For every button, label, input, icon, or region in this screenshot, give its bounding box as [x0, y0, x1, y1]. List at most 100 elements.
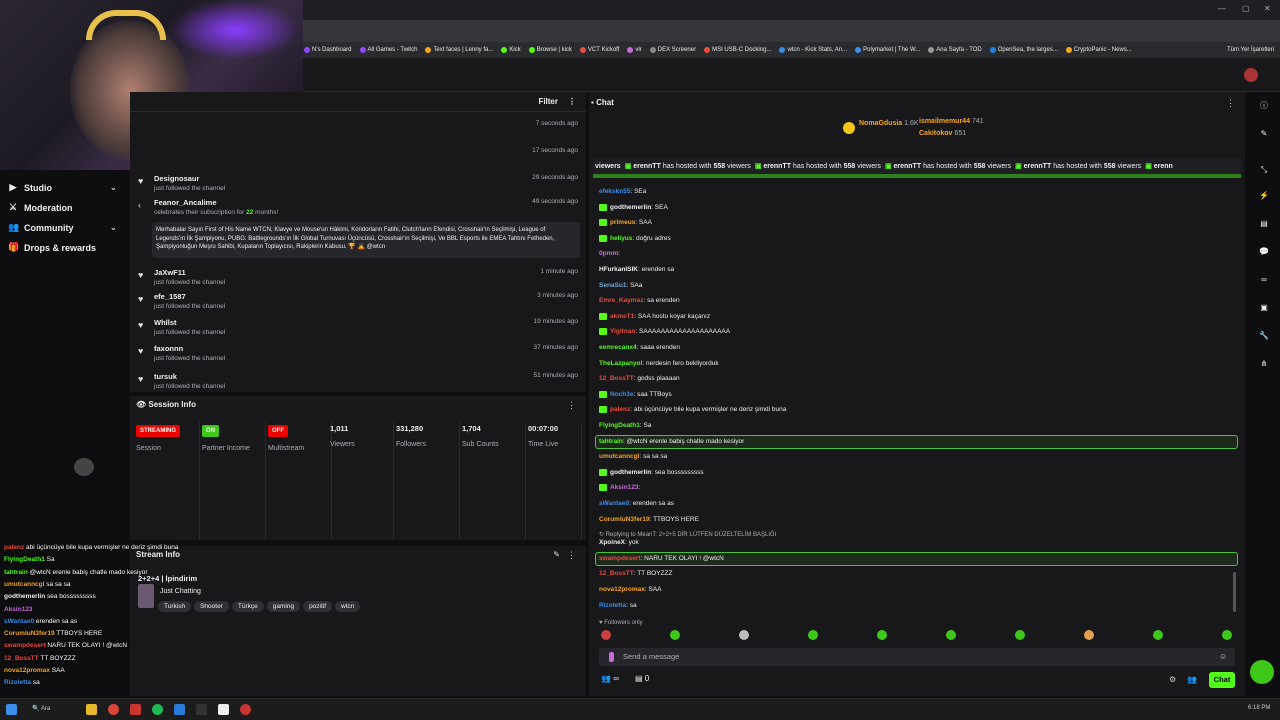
chat-message[interactable]: sWantae0: erenden sa as	[599, 500, 674, 507]
chat-scrollbar[interactable]	[1233, 572, 1236, 612]
chrome-icon[interactable]	[108, 704, 119, 715]
chat-username[interactable]: FlyingDeath1	[599, 422, 640, 429]
chat-message[interactable]: primeus: SAA	[599, 219, 652, 226]
chat-message[interactable]: HFurkanISIK: erenden sa	[599, 266, 674, 273]
chat-message[interactable]: godthemerlin: SEA	[599, 203, 668, 211]
pencil-icon[interactable]: ✎	[1256, 126, 1272, 142]
emote-icon[interactable]	[877, 630, 887, 640]
chat-message[interactable]: XpoineX: yok	[599, 539, 639, 546]
chat-username[interactable]: godthemerlin	[610, 469, 651, 476]
bookmark-item[interactable]: MSI USB-C Docking...	[704, 47, 771, 53]
document-icon[interactable]: ▤	[1256, 216, 1272, 232]
all-bookmarks[interactable]: Tüm Yer İşaretleri	[1227, 47, 1280, 53]
chat-message[interactable]: nova12promax: SAA	[599, 586, 662, 593]
chat-username[interactable]: SenaSu1	[599, 282, 626, 289]
chat-username[interactable]: HFurkanISIK	[599, 266, 638, 273]
app-icon[interactable]	[218, 704, 229, 715]
steam-icon[interactable]	[174, 704, 185, 715]
emote-icon[interactable]	[739, 630, 749, 640]
top-gifter[interactable]: Cakitokov 651	[919, 130, 966, 137]
top-gifter[interactable]: ismailmemur44 741	[919, 118, 984, 125]
bookmark-item[interactable]: All Games - Twitch	[359, 47, 417, 53]
chat-username[interactable]: XpoineX	[599, 539, 625, 546]
chat-message[interactable]: SenaSu1: SAa	[599, 282, 642, 289]
chat-message[interactable]: Aksin123:	[599, 484, 640, 492]
stream-tag[interactable]: wtcn	[335, 601, 361, 612]
chat-message[interactable]: godthemerlin: sea bosssssssss	[599, 468, 704, 476]
search-box[interactable]: 🔍 Ara	[32, 705, 50, 712]
maximize-icon[interactable]: ▢	[1242, 4, 1250, 13]
stream-tag[interactable]: pozitif	[303, 601, 333, 612]
settings-icon[interactable]: ⚙	[1169, 675, 1176, 684]
address-bar[interactable]	[300, 20, 1280, 55]
activity-username[interactable]: JaXwF11	[154, 268, 186, 277]
windows-start-icon[interactable]	[6, 704, 17, 715]
help-bubble-icon[interactable]	[1250, 660, 1274, 684]
stream-tag[interactable]: gaming	[266, 601, 301, 612]
emoji-icon[interactable]: ☺	[1219, 652, 1227, 661]
chat-message[interactable]: CorumluN3fer19: TTBOYS HERE	[599, 516, 699, 523]
bookmark-item[interactable]: vlr	[627, 47, 642, 53]
stream-tag[interactable]: Türkçe	[231, 601, 264, 612]
minimize-icon[interactable]: —	[1218, 4, 1226, 13]
chat-username[interactable]: TheLazpanyol	[599, 360, 642, 367]
bookmark-item[interactable]: OpenSea, the larges...	[989, 47, 1058, 53]
bookmark-item[interactable]: Browse | kick	[528, 47, 572, 53]
chat-username[interactable]: 12_BossTT	[599, 375, 634, 382]
chat-message[interactable]: swampdesert: NARU TEK OLAYI ! @wtcN	[599, 555, 724, 562]
chat-username[interactable]: tahtrain	[599, 438, 623, 445]
chat-message[interactable]: tahtrain: @wtcN erenle babiş chatle mado…	[599, 438, 744, 445]
app-icon[interactable]	[196, 704, 207, 715]
chat-username[interactable]: Rizoletta	[599, 602, 626, 609]
user-avatar[interactable]	[1244, 68, 1258, 82]
bookmark-item[interactable]: N's Dashboard	[304, 47, 352, 53]
bookmark-item[interactable]: Kick	[501, 47, 521, 53]
more-icon[interactable]: ⋮	[1226, 98, 1235, 109]
chat-message[interactable]: heliyus: doğru adres	[599, 234, 671, 242]
chat-username[interactable]: Noch3e	[610, 391, 633, 398]
bookmark-item[interactable]: CryptoPanic - News...	[1065, 47, 1132, 53]
activity-username[interactable]: Whllst	[154, 318, 177, 327]
activity-username[interactable]: efe_1587	[154, 292, 186, 301]
top-gifter[interactable]: NomaGdusia 1.6K	[859, 120, 919, 127]
bolt-icon[interactable]: ⚡	[1256, 188, 1272, 204]
chat-username[interactable]: eemrecanx4	[599, 344, 637, 351]
chat-message[interactable]: FlyingDeath1: Sa	[599, 422, 651, 429]
emote-icon[interactable]	[946, 630, 956, 640]
chat-username[interactable]: nova12promax	[599, 586, 645, 593]
nav-item-moderation[interactable]: ⚔ Moderation	[8, 202, 73, 213]
chat-message[interactable]: umutcanncgl: sa sa sa	[599, 453, 667, 460]
info-icon[interactable]: ⓘ	[1256, 98, 1272, 114]
chat-input[interactable]: Send a message	[599, 648, 1235, 666]
chat-message[interactable]: efekskn55: SEa	[599, 188, 646, 195]
more-icon[interactable]: ⋮	[567, 400, 576, 411]
send-chat-button[interactable]: Chat	[1209, 672, 1235, 688]
activity-username[interactable]: Feanor_Ancalime	[154, 198, 217, 207]
chat-username[interactable]: primeus	[610, 219, 635, 226]
emote-icon[interactable]	[1015, 630, 1025, 640]
chat-username[interactable]: Yigitnan	[610, 329, 635, 336]
chat-message[interactable]: Yigitnan: SAAAAAAAAAAAAAAAAAAAA	[599, 328, 730, 336]
chat-username[interactable]: palenz	[610, 407, 630, 414]
app-icon[interactable]	[130, 704, 141, 715]
chat-message[interactable]: Emre_Kaymaz: sa erenden	[599, 297, 680, 304]
chat-message[interactable]: 12_BossTT: TT BOYZZZ	[599, 570, 672, 577]
chat-username[interactable]: godthemerlin	[610, 204, 651, 211]
app-icon[interactable]	[240, 704, 251, 715]
chat-message[interactable]: 0pmm:	[599, 250, 620, 257]
bookmark-item[interactable]: DEX Screener	[649, 47, 696, 53]
activity-username[interactable]: faxonnn	[154, 344, 183, 353]
chat-username[interactable]: 0pmm	[599, 250, 618, 257]
wrench-icon[interactable]: 🔧	[1256, 328, 1272, 344]
mic-icon[interactable]	[609, 652, 614, 662]
bookmark-item[interactable]: VCT Kickoff	[579, 47, 619, 53]
bookmark-item[interactable]: Text faces | Lenny fa...	[425, 47, 493, 53]
bookmark-item[interactable]: wtcn - Kick Stats, An...	[779, 47, 847, 53]
folder-icon[interactable]	[86, 704, 97, 715]
close-icon[interactable]: ✕	[1264, 4, 1271, 13]
chat-username[interactable]: CorumluN3fer19	[599, 516, 650, 523]
chat-message[interactable]: 12_BossTT: godss plaaaan	[599, 375, 680, 382]
emote-icon[interactable]	[808, 630, 818, 640]
more-icon[interactable]: ⋮	[568, 97, 576, 106]
briefcase-icon[interactable]: ▣	[1256, 300, 1272, 316]
